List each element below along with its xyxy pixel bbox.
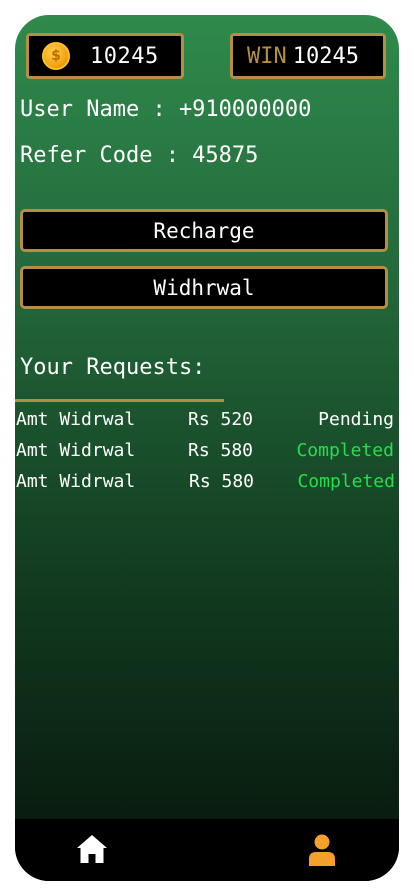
wallet-bar: $ 10245 WIN 10245	[26, 33, 386, 79]
refer-code: Refer Code : 45875	[20, 143, 259, 168]
coin-icon: $	[42, 42, 70, 70]
request-amount: Rs 520	[188, 409, 254, 430]
requests-divider	[15, 399, 224, 402]
request-status: Pending	[318, 409, 394, 430]
coin-balance[interactable]: $ 10245	[26, 33, 184, 79]
request-row: Amt Widrwal Rs 580 Completed	[15, 440, 399, 468]
request-amount: Rs 580	[189, 471, 255, 492]
bottom-nav	[15, 819, 399, 881]
request-type: Amt Widrwal	[16, 440, 136, 461]
user-icon[interactable]	[308, 834, 336, 866]
recharge-button[interactable]: Recharge	[20, 209, 388, 252]
request-type: Amt Widrwal	[16, 409, 136, 430]
request-row: Amt Widrwal Rs 580 Completed	[15, 471, 399, 499]
requests-title: Your Requests:	[20, 355, 206, 380]
request-status: Completed	[296, 440, 394, 461]
home-icon[interactable]	[76, 834, 108, 864]
request-row: Amt Widrwal Rs 520 Pending	[15, 409, 399, 437]
request-status: Completed	[297, 471, 395, 492]
coin-balance-value: 10245	[90, 43, 159, 69]
withdraw-button[interactable]: Widhrwal	[20, 266, 388, 309]
request-type: Amt Widrwal	[16, 471, 136, 492]
request-amount: Rs 580	[188, 440, 254, 461]
win-label: WIN	[247, 43, 287, 69]
app-screen: $ 10245 WIN 10245 User Name : +910000000…	[15, 15, 399, 881]
win-balance[interactable]: WIN 10245	[230, 33, 386, 79]
user-name: User Name : +910000000	[20, 97, 312, 122]
win-balance-value: 10245	[292, 43, 359, 69]
